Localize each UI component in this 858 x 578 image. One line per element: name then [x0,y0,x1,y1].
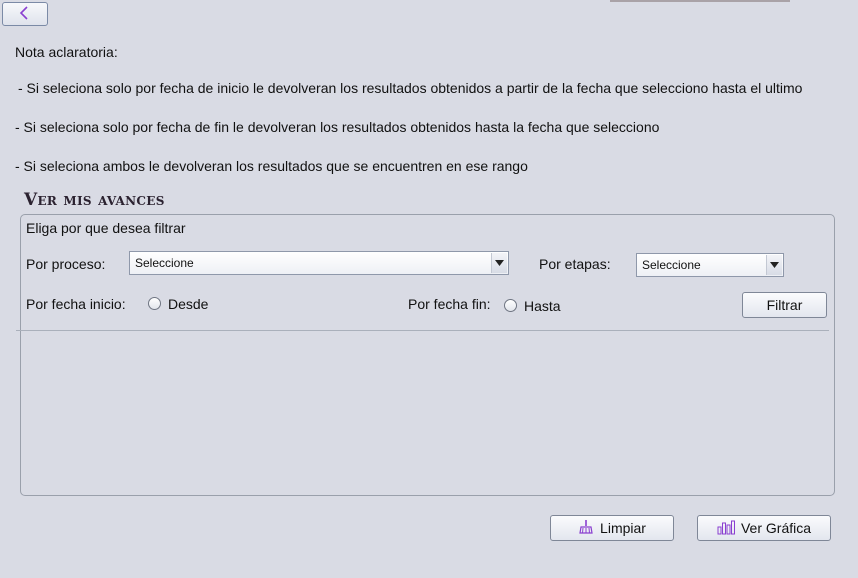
ver-grafica-button[interactable]: Ver Gráfica [697,515,831,541]
limpiar-button[interactable]: Limpiar [550,515,674,541]
hasta-radio[interactable] [504,299,517,312]
etapas-select[interactable]: Seleccione [636,253,784,277]
proceso-label: Por proceso: [26,256,106,272]
chevron-down-icon [766,255,782,275]
desde-label[interactable]: Desde [168,296,208,312]
proceso-select-value: Seleccione [135,256,194,270]
fecha-fin-label: Por fecha fin: [408,296,491,312]
fecha-inicio-label: Por fecha inicio: [26,296,126,312]
note-line-2: - Si seleciona solo por fecha de fin le … [15,119,660,135]
desde-radio[interactable] [148,297,161,310]
chevron-down-icon [491,253,507,273]
panel-divider [16,330,829,331]
bar-chart-icon [717,519,735,538]
filtrar-button[interactable]: Filtrar [742,292,827,318]
note-line-3: - Si seleciona ambos le devolveran los r… [15,158,528,174]
note-title: Nota aclaratoria: [15,44,118,60]
ver-grafica-button-label: Ver Gráfica [740,520,812,536]
etapas-select-value: Seleccione [642,258,701,272]
filtrar-button-label: Filtrar [766,297,803,313]
etapas-label: Por etapas: [539,256,611,272]
note-line-1: - Si seleciona solo por fecha de inicio … [18,80,803,96]
proceso-select[interactable]: Seleccione [129,251,509,275]
limpiar-button-label: Limpiar [600,520,646,536]
top-edge-strip [610,0,790,2]
section-title: Ver mis avances [24,190,165,210]
broom-icon [578,519,594,538]
results-area [22,332,832,492]
hasta-label[interactable]: Hasta [524,298,561,314]
back-button[interactable] [2,2,48,26]
filter-hint: Eliga por que desea filtrar [26,220,186,236]
chevron-left-icon [17,5,33,24]
